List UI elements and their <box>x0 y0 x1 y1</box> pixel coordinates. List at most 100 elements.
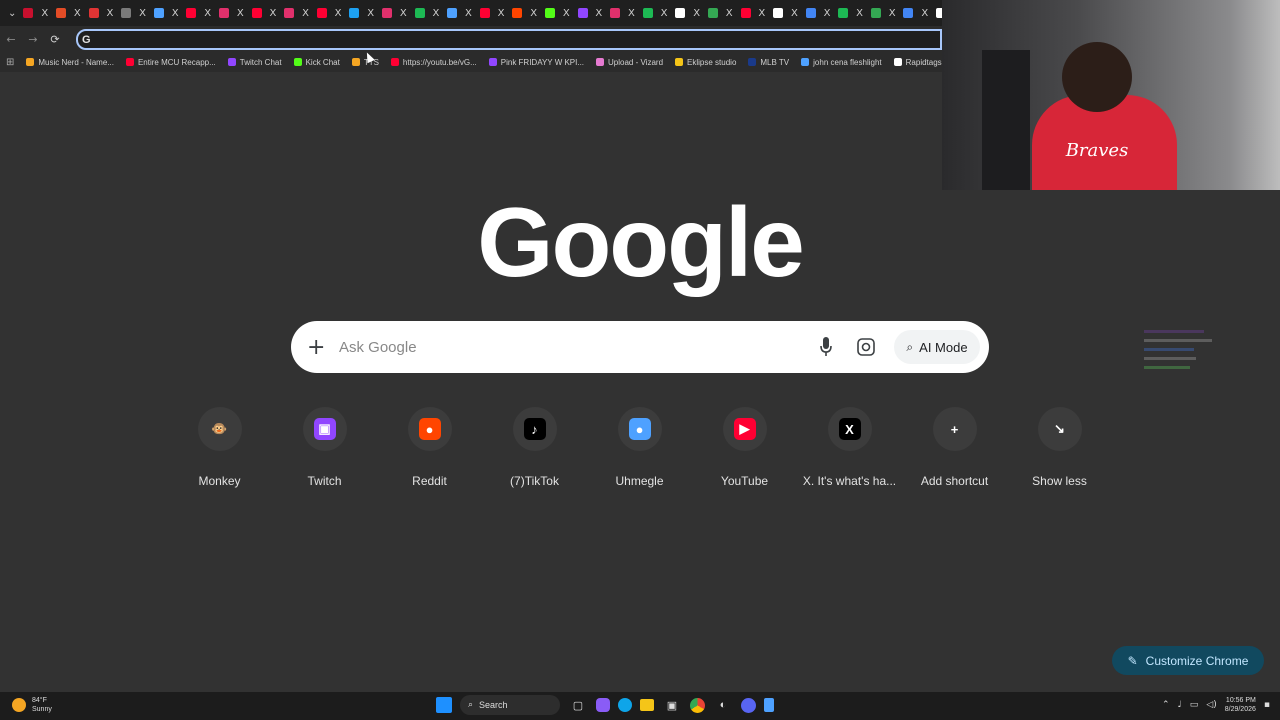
clock[interactable]: 10:56 PM 8/29/2026 <box>1225 696 1256 714</box>
task-view-icon[interactable]: ▢ <box>568 695 588 715</box>
bookmark-item[interactable]: john cena fleshlight <box>801 58 882 67</box>
tab-close-button[interactable]: X <box>37 3 53 23</box>
browser-tab[interactable] <box>151 3 167 23</box>
tab-close-button[interactable]: X <box>363 3 379 23</box>
tab-close-button[interactable]: X <box>754 3 770 23</box>
tab-close-button[interactable]: X <box>265 3 281 23</box>
browser-tab[interactable] <box>509 3 525 23</box>
tab-close-button[interactable]: X <box>395 3 411 23</box>
tab-close-button[interactable]: X <box>884 3 900 23</box>
browser-tab[interactable] <box>737 3 753 23</box>
bookmark-item[interactable]: Entire MCU Recapp... <box>125 58 216 67</box>
shortcut-tile[interactable]: ▶ YouTube <box>692 406 797 488</box>
taskbar-search[interactable]: ⌕ Search <box>460 695 560 715</box>
search-input[interactable] <box>339 332 799 362</box>
windows-start-icon[interactable] <box>436 697 452 713</box>
back-button[interactable]: ← <box>0 33 22 46</box>
browser-tab[interactable] <box>216 3 232 23</box>
address-input[interactable] <box>96 33 797 46</box>
tab-close-button[interactable]: X <box>558 3 574 23</box>
file-explorer-icon[interactable] <box>640 699 654 711</box>
bookmark-item[interactable]: Kick Chat <box>293 58 340 67</box>
notification-icon[interactable]: ▪ <box>1264 700 1270 710</box>
tab-close-button[interactable]: X <box>200 3 216 23</box>
browser-tab[interactable] <box>542 3 558 23</box>
customize-chrome-button[interactable]: ✎ Customize Chrome <box>1112 646 1264 675</box>
shortcut-tile[interactable]: + Add shortcut <box>902 406 1007 488</box>
shortcut-tile[interactable]: 🐵 Monkey <box>167 406 272 488</box>
browser-tab[interactable] <box>640 3 656 23</box>
notepad-icon[interactable] <box>764 698 774 712</box>
obs-icon[interactable]: ◐ <box>713 695 733 715</box>
browser-tab[interactable] <box>281 3 297 23</box>
bookmark-item[interactable]: MLB TV <box>748 58 789 67</box>
microphone-tray-icon[interactable]: ♩ <box>1178 700 1182 710</box>
tab-close-button[interactable]: X <box>460 3 476 23</box>
browser-tab[interactable] <box>868 3 884 23</box>
shortcut-tile[interactable]: X X. It's what's ha... <box>797 406 902 488</box>
address-bar[interactable]: G <box>76 29 942 50</box>
browser-tab[interactable] <box>803 3 819 23</box>
tab-close-button[interactable]: X <box>721 3 737 23</box>
tab-close-button[interactable]: X <box>69 3 85 23</box>
bookmark-item[interactable]: Upload - Vizard <box>596 58 663 67</box>
browser-tab[interactable] <box>900 3 916 23</box>
browser-tab[interactable] <box>183 3 199 23</box>
tab-close-button[interactable]: X <box>167 3 183 23</box>
shortcut-tile[interactable]: ▣ Twitch <box>272 406 377 488</box>
tab-close-button[interactable]: X <box>526 3 542 23</box>
bookmark-item[interactable]: Twitch Chat <box>227 58 282 67</box>
browser-tab[interactable] <box>379 3 395 23</box>
tab-close-button[interactable]: X <box>102 3 118 23</box>
edge-icon[interactable] <box>618 698 632 712</box>
discord-icon[interactable] <box>741 697 756 713</box>
browser-tab[interactable] <box>770 3 786 23</box>
browser-tab[interactable] <box>346 3 362 23</box>
browser-tab[interactable] <box>607 3 623 23</box>
browser-tab[interactable] <box>85 3 101 23</box>
bookmark-item[interactable]: Music Nerd - Name... <box>26 58 114 67</box>
bookmark-item[interactable]: Rapidtags | YouTub... <box>893 58 942 67</box>
ai-mode-button[interactable]: ⌕ AI Mode <box>894 330 980 364</box>
browser-tab[interactable] <box>118 3 134 23</box>
browser-tab[interactable] <box>835 3 851 23</box>
apps-grid-icon[interactable]: ⊞ <box>6 57 14 68</box>
browser-tab[interactable] <box>248 3 264 23</box>
browser-tab[interactable] <box>20 3 36 23</box>
reload-button[interactable]: ⟳ <box>44 33 66 46</box>
tab-close-button[interactable]: X <box>330 3 346 23</box>
browser-tab[interactable] <box>314 3 330 23</box>
tab-search-button[interactable]: ⌄ <box>4 3 20 23</box>
tab-close-button[interactable]: X <box>134 3 150 23</box>
search-box[interactable]: + ⌕ AI Mode <box>291 321 989 373</box>
tab-close-button[interactable]: X <box>656 3 672 23</box>
tab-close-button[interactable]: X <box>428 3 444 23</box>
tab-close-button[interactable]: X <box>851 3 867 23</box>
weather-widget[interactable]: 84°F Sunny <box>12 696 52 714</box>
browser-tab[interactable] <box>574 3 590 23</box>
tab-close-button[interactable]: X <box>819 3 835 23</box>
bookmark-item[interactable]: https://youtu.be/vG... <box>390 58 477 67</box>
chrome-icon[interactable] <box>690 697 705 713</box>
network-icon[interactable]: ▭ <box>1190 700 1199 710</box>
copilot-icon[interactable] <box>596 698 610 712</box>
plus-icon[interactable]: + <box>307 335 325 360</box>
browser-tab[interactable] <box>933 3 942 23</box>
browser-tab[interactable] <box>672 3 688 23</box>
tab-close-button[interactable]: X <box>623 3 639 23</box>
forward-button[interactable]: → <box>22 33 44 46</box>
microphone-icon[interactable] <box>819 336 833 358</box>
shortcut-tile[interactable]: ♪ (7)TikTok <box>482 406 587 488</box>
tab-close-button[interactable]: X <box>297 3 313 23</box>
bookmark-item[interactable]: Pink FRIDAYY W KPI... <box>488 58 584 67</box>
shortcut-tile[interactable]: ● Reddit <box>377 406 482 488</box>
shortcut-tile[interactable]: ● Uhmegle <box>587 406 692 488</box>
browser-tab[interactable] <box>705 3 721 23</box>
tab-close-button[interactable]: X <box>917 3 933 23</box>
browser-tab[interactable] <box>444 3 460 23</box>
tab-close-button[interactable]: X <box>786 3 802 23</box>
chevron-up-icon[interactable]: ⌃ <box>1162 700 1170 710</box>
shortcut-tile[interactable]: ↘ Show less <box>1007 406 1112 488</box>
tab-close-button[interactable]: X <box>232 3 248 23</box>
browser-tab[interactable] <box>53 3 69 23</box>
